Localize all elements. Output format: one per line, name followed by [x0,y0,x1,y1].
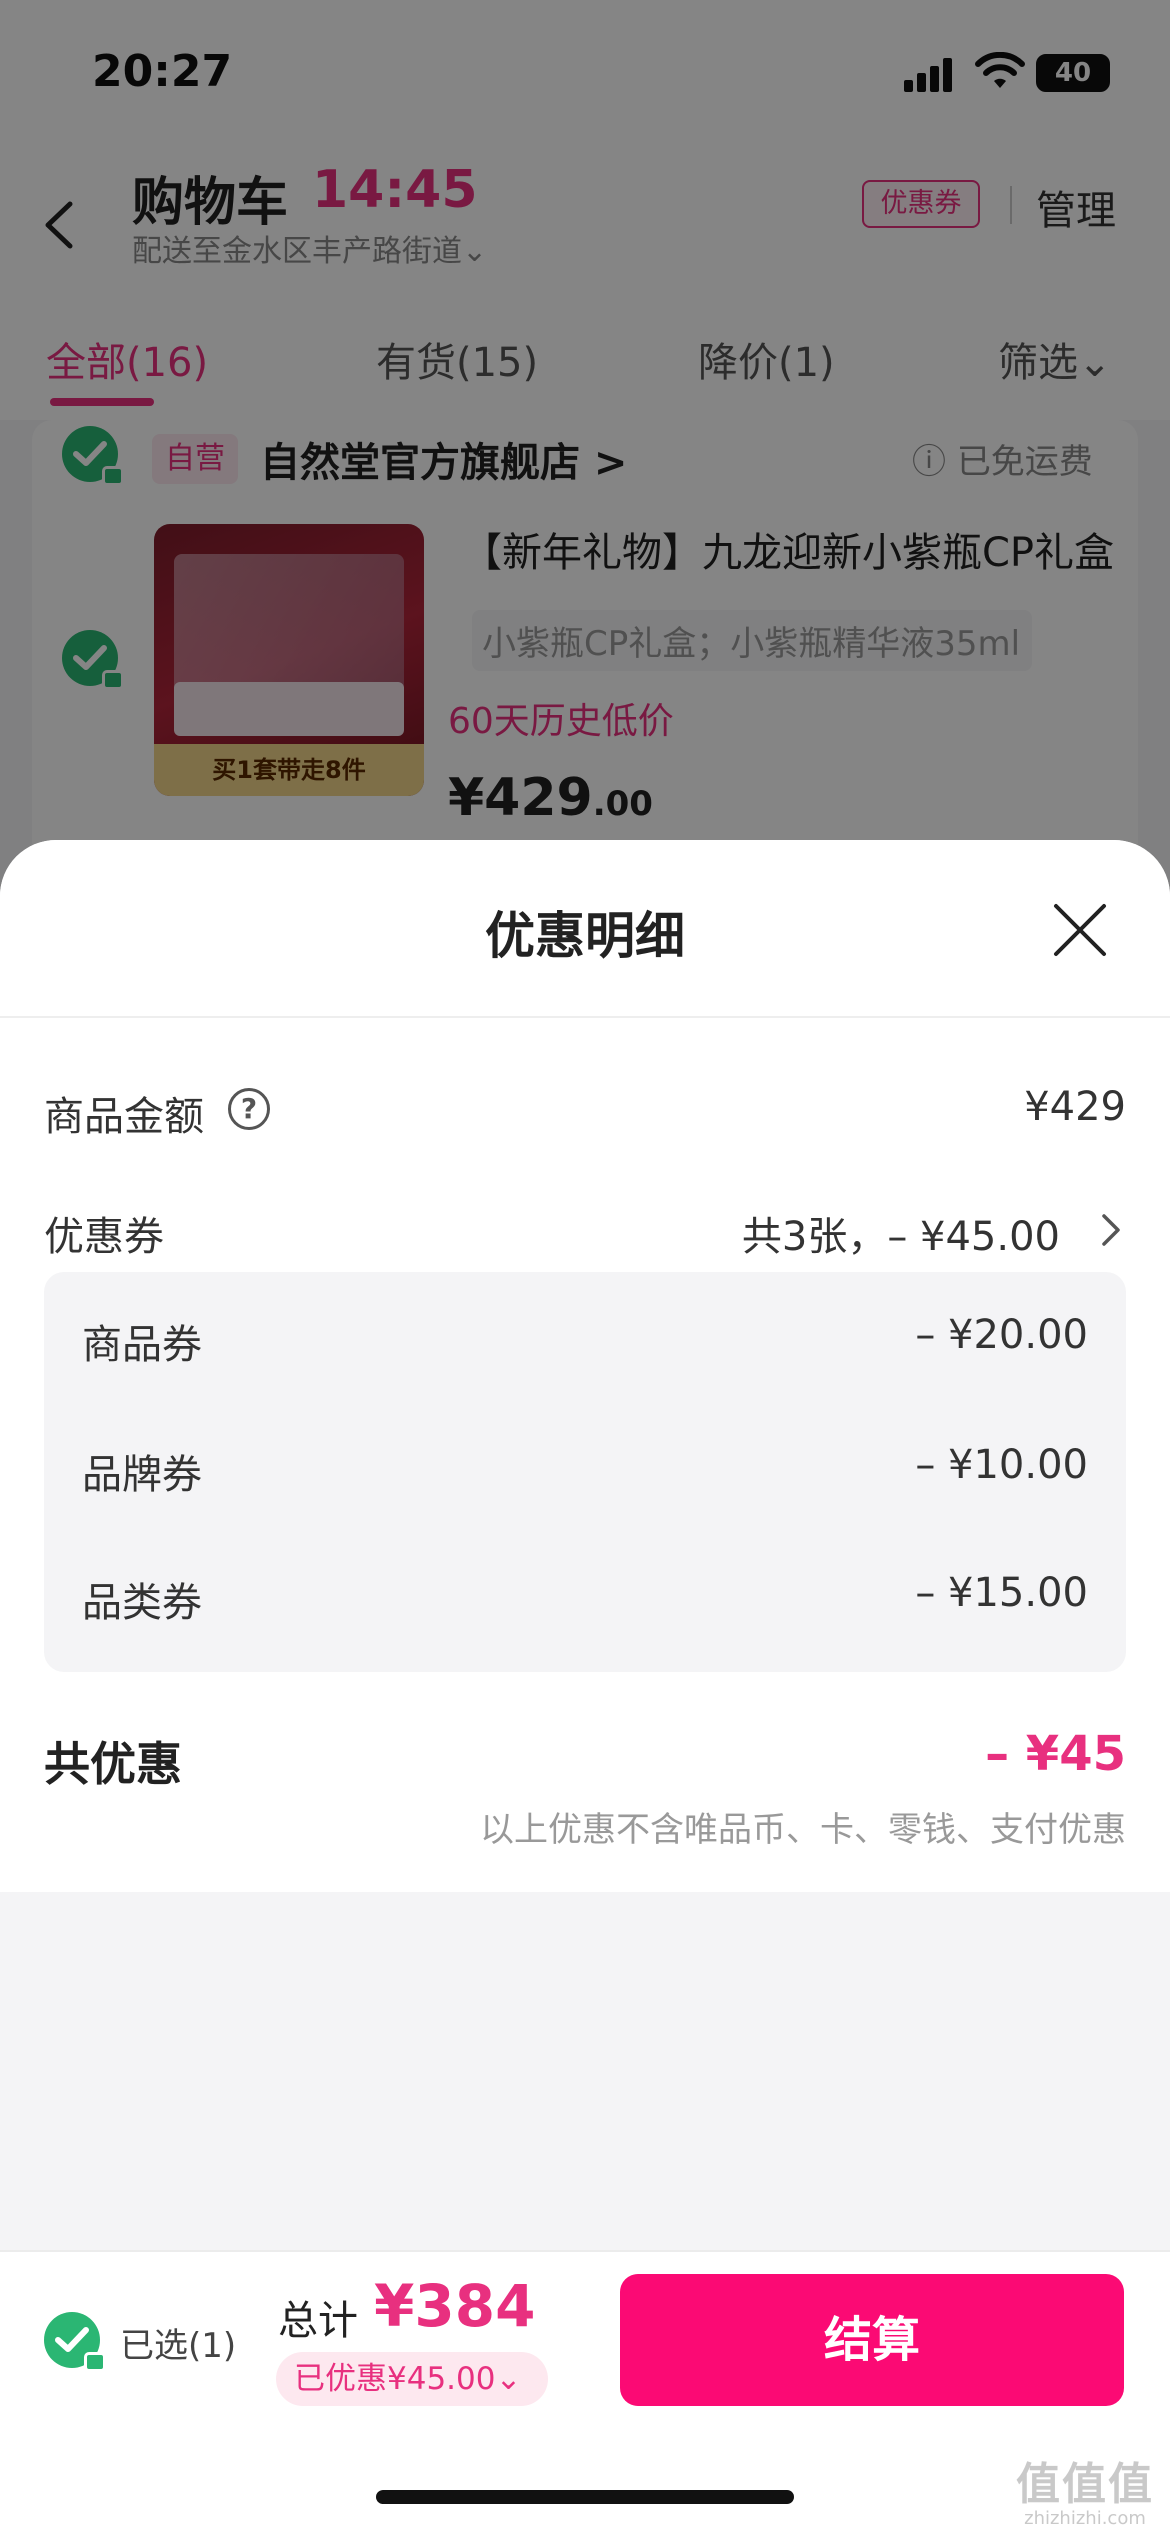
modal-backdrop[interactable] [0,0,1170,900]
coupon-label: 优惠券 [44,1214,164,1260]
saved-amount-toggle[interactable]: 已优惠¥45.00⌄ [276,2352,548,2406]
selected-count: 已选(1) [120,2326,237,2366]
checkout-button[interactable]: 结算 [620,2274,1124,2406]
select-all-check-icon[interactable] [44,2312,106,2372]
coupon-summary[interactable]: 共3张，– ¥45.00 [742,1204,1060,1262]
product-coupon-label: 商品券 [82,1322,202,1368]
close-icon[interactable] [1052,902,1108,958]
watermark-logo: 值值值 [1016,2459,1154,2510]
goods-amount-label: 商品金额 [44,1094,204,1140]
checkout-bar: 已选(1) 总计 ¥384 已优惠¥45.00⌄ 结算 [0,2250,1170,2532]
watermark-url: zhizhizhi.com [1024,2508,1146,2529]
category-coupon-value: – ¥15.00 [915,1570,1088,1616]
product-coupon-value: – ¥20.00 [915,1312,1088,1358]
chevron-right-icon[interactable] [1098,1210,1126,1250]
watermark: 值值值 zhizhizhi.com [1010,2448,1160,2529]
total-label: 总计 [278,2298,358,2344]
discount-note: 以上优惠不含唯品币、卡、零钱、支付优惠 [480,1810,1126,1850]
total-discount-label: 共优惠 [44,1737,182,1791]
category-coupon-label: 品类券 [82,1580,202,1626]
sheet-title: 优惠明细 [485,907,685,965]
brand-coupon-label: 品牌券 [82,1452,202,1498]
lock-icon [84,2352,106,2372]
total-discount-value: – ¥45 [985,1726,1126,1782]
brand-coupon-value: – ¥10.00 [915,1442,1088,1488]
divider [0,1016,1170,1018]
goods-amount-value: ¥429 [1024,1084,1126,1130]
coupon-breakdown: 商品券 – ¥20.00 品牌券 – ¥10.00 品类券 – ¥15.00 [44,1272,1126,1672]
help-icon[interactable]: ? [228,1088,270,1130]
total-price: ¥384 [374,2272,536,2340]
home-indicator [376,2490,794,2504]
discount-detail-sheet: 优惠明细 商品金额 ? ¥429 优惠券 共3张，– ¥45.00 商品券 – … [0,840,1170,2250]
sheet-content: 优惠明细 商品金额 ? ¥429 优惠券 共3张，– ¥45.00 商品券 – … [0,840,1170,1892]
